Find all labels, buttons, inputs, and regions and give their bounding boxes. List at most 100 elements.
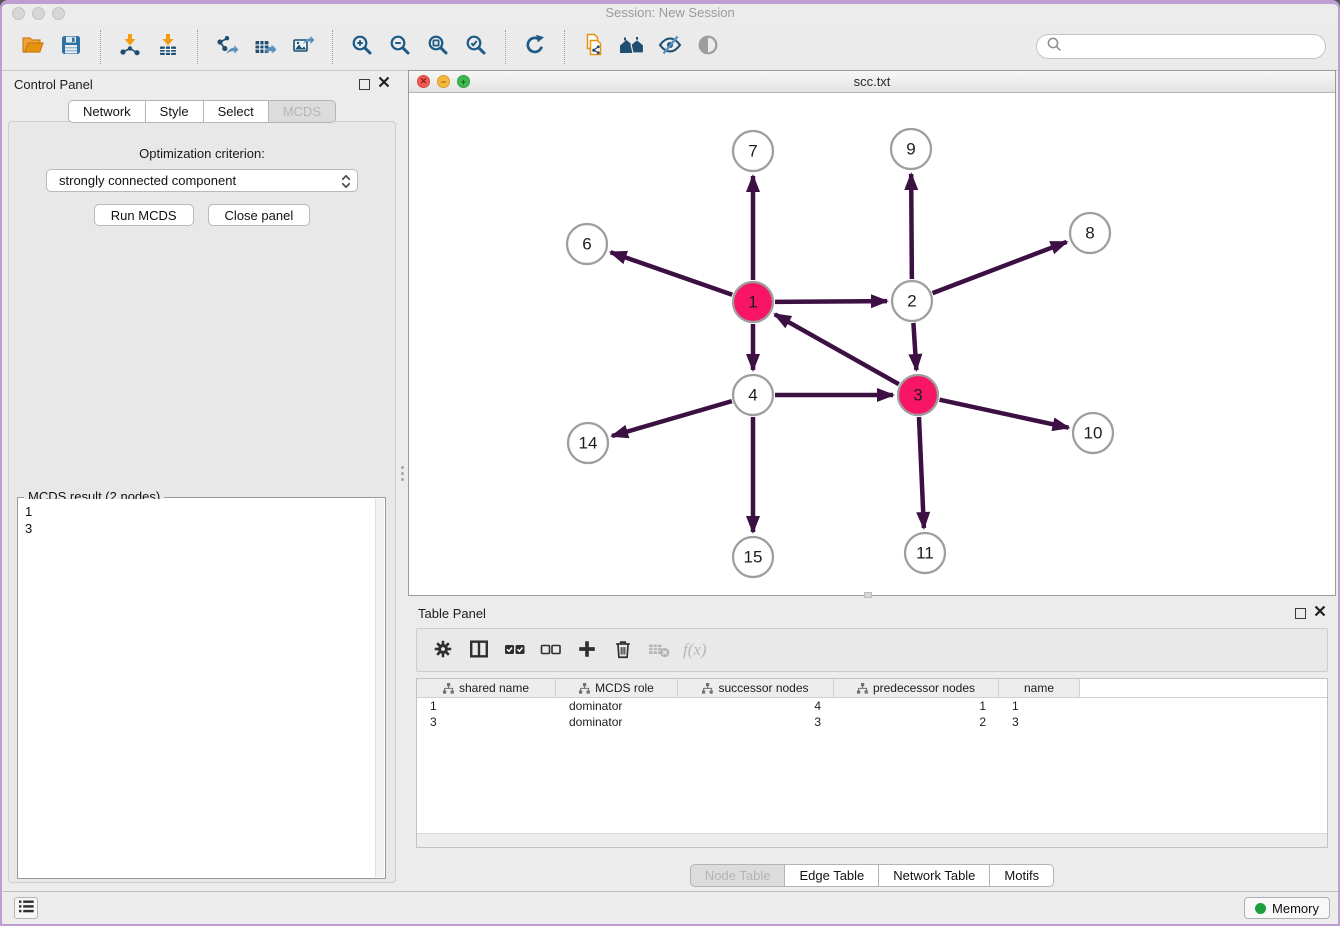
mcds-result-lines[interactable]: 13 bbox=[19, 499, 384, 877]
search-input[interactable] bbox=[1067, 39, 1316, 54]
node-6[interactable]: 6 bbox=[567, 224, 607, 264]
delete-rows-button[interactable] bbox=[607, 634, 639, 666]
toolbar-separator bbox=[505, 30, 506, 64]
table-tab-node-table[interactable]: Node Table bbox=[690, 864, 786, 887]
cell-shared-name[interactable]: 1 bbox=[417, 699, 556, 713]
search-field[interactable] bbox=[1036, 34, 1326, 59]
houses-button[interactable] bbox=[613, 28, 651, 66]
node-11[interactable]: 11 bbox=[905, 533, 945, 573]
edge-3-10[interactable] bbox=[939, 400, 1068, 428]
edge-3-1[interactable] bbox=[775, 314, 899, 384]
clone-network-button[interactable] bbox=[575, 28, 613, 66]
show-panels-button[interactable] bbox=[14, 897, 38, 919]
edge-4-14[interactable] bbox=[612, 401, 732, 436]
preview-eye-button[interactable] bbox=[689, 28, 727, 66]
criterion-select[interactable]: strongly connected component bbox=[46, 169, 358, 192]
network-graph[interactable]: 7 9 6 8 1 2 4 3 14 10 15 11 bbox=[409, 93, 1337, 595]
cell-name[interactable]: 1 bbox=[999, 699, 1080, 713]
node-4[interactable]: 4 bbox=[733, 375, 773, 415]
minimize-window-icon[interactable] bbox=[32, 7, 45, 20]
node-7[interactable]: 7 bbox=[733, 131, 773, 171]
minimize-network-icon[interactable]: − bbox=[437, 75, 450, 88]
cell-shared-name[interactable]: 3 bbox=[417, 715, 556, 729]
maximize-network-icon[interactable]: + bbox=[457, 75, 470, 88]
import-network-button[interactable] bbox=[111, 28, 149, 66]
export-image-button[interactable] bbox=[284, 28, 322, 66]
result-scrollbar[interactable] bbox=[375, 499, 384, 877]
cell-name[interactable]: 3 bbox=[999, 715, 1080, 729]
edge-1-6[interactable] bbox=[611, 252, 733, 294]
node-15[interactable]: 15 bbox=[733, 537, 773, 577]
zoom-fit-button[interactable] bbox=[419, 28, 457, 66]
function-builder-label[interactable]: f(x) bbox=[683, 640, 707, 660]
canvas-resize-handle[interactable] bbox=[864, 592, 872, 598]
svg-text:1: 1 bbox=[748, 293, 757, 312]
table-tab-motifs[interactable]: Motifs bbox=[990, 864, 1054, 887]
memory-button[interactable]: Memory bbox=[1244, 897, 1330, 919]
tab-style[interactable]: Style bbox=[146, 100, 204, 123]
panel-splitter-handle[interactable] bbox=[400, 466, 405, 484]
cell-mcds-role[interactable]: dominator bbox=[556, 699, 678, 713]
unselect-all-columns-button[interactable] bbox=[535, 634, 567, 666]
close-network-icon[interactable]: ✕ bbox=[417, 75, 430, 88]
table-tab-edge-table[interactable]: Edge Table bbox=[785, 864, 879, 887]
delete-column-button[interactable] bbox=[643, 634, 675, 666]
cell-predecessor-nodes[interactable]: 1 bbox=[834, 699, 999, 713]
cell-successor-nodes[interactable]: 3 bbox=[678, 715, 834, 729]
close-panel-icon[interactable] bbox=[378, 75, 390, 93]
column-header-mcds-role[interactable]: MCDS role bbox=[556, 679, 678, 697]
network-window-titlebar[interactable]: ✕ − + scc.txt bbox=[409, 71, 1335, 93]
column-header-successor-nodes[interactable]: successor nodes bbox=[678, 679, 834, 697]
edge-2-3[interactable] bbox=[913, 323, 916, 370]
export-table-button[interactable] bbox=[246, 28, 284, 66]
table-hscrollbar[interactable] bbox=[417, 833, 1327, 847]
clone-network-icon bbox=[582, 33, 606, 60]
edge-3-11[interactable] bbox=[919, 417, 924, 528]
zoom-selected-button[interactable] bbox=[457, 28, 495, 66]
svg-text:6: 6 bbox=[582, 235, 591, 254]
column-header-shared-name[interactable]: shared name bbox=[417, 679, 556, 697]
zoom-in-button[interactable] bbox=[343, 28, 381, 66]
run-mcds-button[interactable]: Run MCDS bbox=[94, 204, 194, 226]
cell-successor-nodes[interactable]: 4 bbox=[678, 699, 834, 713]
node-1[interactable]: 1 bbox=[733, 282, 773, 322]
cell-mcds-role[interactable]: dominator bbox=[556, 715, 678, 729]
node-9[interactable]: 9 bbox=[891, 129, 931, 169]
column-header-predecessor-nodes[interactable]: predecessor nodes bbox=[834, 679, 999, 697]
cell-predecessor-nodes[interactable]: 2 bbox=[834, 715, 999, 729]
table-tab-network-table[interactable]: Network Table bbox=[879, 864, 990, 887]
save-session-button[interactable] bbox=[52, 28, 90, 66]
zoom-out-button[interactable] bbox=[381, 28, 419, 66]
tab-select[interactable]: Select bbox=[204, 100, 269, 123]
tab-network[interactable]: Network bbox=[68, 100, 146, 123]
float-table-panel-icon[interactable] bbox=[1295, 608, 1306, 619]
table-row[interactable]: 3dominator323 bbox=[417, 714, 1327, 730]
node-10[interactable]: 10 bbox=[1073, 413, 1113, 453]
open-file-button[interactable] bbox=[14, 28, 52, 66]
hide-graphics-details-button[interactable] bbox=[651, 28, 689, 66]
edge-2-8[interactable] bbox=[933, 242, 1067, 293]
table-panel-header: Table Panel bbox=[408, 600, 1336, 626]
maximize-window-icon[interactable] bbox=[52, 7, 65, 20]
close-window-icon[interactable] bbox=[12, 7, 25, 20]
close-table-panel-icon[interactable] bbox=[1314, 604, 1326, 622]
table-row[interactable]: 1dominator411 bbox=[417, 698, 1327, 714]
float-panel-icon[interactable] bbox=[359, 79, 370, 90]
table-options-button[interactable] bbox=[427, 634, 459, 666]
tab-mcds[interactable]: MCDS bbox=[269, 100, 336, 123]
node-3[interactable]: 3 bbox=[898, 375, 938, 415]
edge-2-9[interactable] bbox=[911, 174, 912, 279]
export-network-button[interactable] bbox=[208, 28, 246, 66]
edge-1-2[interactable] bbox=[775, 301, 887, 302]
refresh-layout-button[interactable] bbox=[516, 28, 554, 66]
create-column-button[interactable] bbox=[571, 634, 603, 666]
select-all-columns-button[interactable] bbox=[499, 634, 531, 666]
node-2[interactable]: 2 bbox=[892, 281, 932, 321]
import-table-button[interactable] bbox=[149, 28, 187, 66]
show-columns-button[interactable] bbox=[463, 634, 495, 666]
network-canvas[interactable]: 7 9 6 8 1 2 4 3 14 10 15 11 bbox=[409, 93, 1335, 595]
close-panel-button[interactable]: Close panel bbox=[208, 204, 311, 226]
node-8[interactable]: 8 bbox=[1070, 213, 1110, 253]
node-14[interactable]: 14 bbox=[568, 423, 608, 463]
column-header-name[interactable]: name bbox=[999, 679, 1080, 697]
